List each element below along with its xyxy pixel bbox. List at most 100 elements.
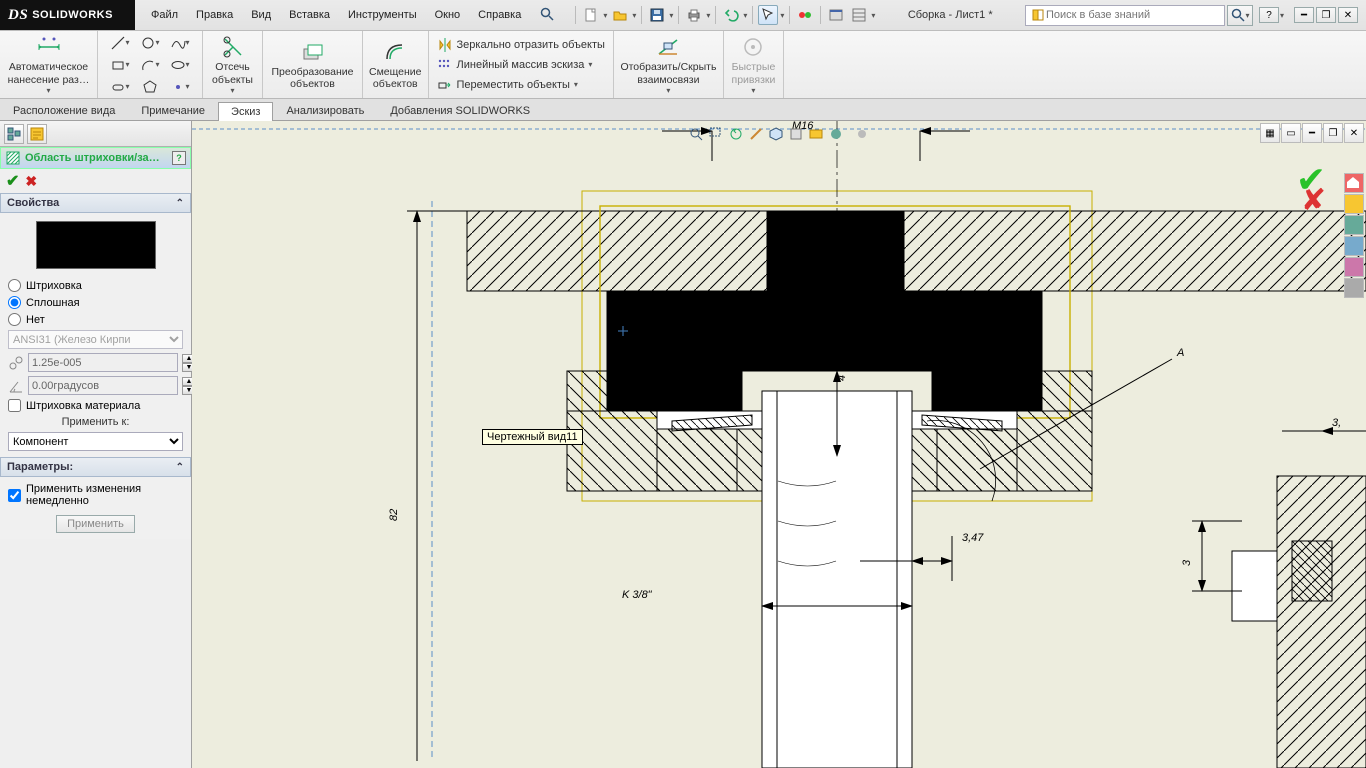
taskpane-view-palette-icon[interactable] (1344, 236, 1364, 256)
tab-view-layout[interactable]: Расположение вида (0, 101, 128, 120)
restore-button[interactable]: ❐ (1316, 7, 1336, 23)
menu-insert[interactable]: Вставка (281, 5, 338, 25)
viewport-max-icon[interactable]: ❐ (1323, 123, 1343, 143)
edit-sketch-icon[interactable] (852, 124, 872, 144)
tab-sketch[interactable]: Эскиз (218, 102, 273, 121)
ok-button[interactable]: ✔ (6, 171, 19, 191)
apply-button[interactable]: Применить (56, 515, 135, 533)
mirror-entities[interactable]: Зеркально отразить объекты (433, 35, 609, 55)
offset-entities-button[interactable]: Смещение объектов (363, 31, 429, 98)
hatch-angle-input[interactable] (28, 376, 178, 395)
pm-confirm-row: ✔ ✖ (0, 169, 191, 193)
confirm-corner-cancel[interactable]: ✘ (1301, 183, 1326, 218)
viewport-close-icon[interactable]: ✕ (1344, 123, 1364, 143)
display-style-icon[interactable] (786, 124, 806, 144)
radio-none[interactable]: Нет (8, 313, 183, 326)
convert-entities-button[interactable]: Преобразование объектов (263, 31, 363, 98)
dim-r3: 3 (1181, 559, 1193, 566)
prev-view-icon[interactable] (726, 124, 746, 144)
taskpane-appearances-icon[interactable] (1344, 257, 1364, 277)
taskpane-design-lib-icon[interactable] (1344, 194, 1364, 214)
minimize-button[interactable]: ━ (1294, 7, 1314, 23)
move-entities[interactable]: Переместить объекты▾ (433, 75, 582, 95)
quick-snaps-button[interactable]: Быстрые привязки ▾ (724, 31, 784, 98)
view-orientation-icon[interactable] (766, 124, 786, 144)
property-manager-panel: Область штриховки/за… ? ✔ ✖ Свойства⌃ Шт… (0, 121, 192, 768)
settings-icon[interactable] (849, 5, 869, 25)
smart-dimension-button[interactable]: Автоматическое нанесение раз… ▾ (0, 31, 98, 98)
drawing-area[interactable]: ▦ ▭ ━ ❐ ✕ ✔ ✘ Чертежный вид11 (192, 121, 1366, 768)
spline-tool[interactable]: ▾ (166, 33, 194, 53)
search-input[interactable] (1046, 9, 1220, 21)
app-name: SOLIDWORKS (32, 9, 113, 21)
menu-view[interactable]: Вид (243, 5, 279, 25)
help-button[interactable]: ? (1259, 7, 1279, 23)
app-logo: DS SOLIDWORKS (0, 0, 135, 30)
hatch-angle-row: ▲▼ (8, 376, 183, 395)
feature-tree-tab-icon[interactable] (4, 124, 24, 144)
circle-tool[interactable]: ▾ (136, 33, 164, 53)
color-icon[interactable] (826, 124, 846, 144)
scale-icon (8, 354, 24, 372)
section-view-icon[interactable] (746, 124, 766, 144)
open-icon[interactable] (610, 5, 630, 25)
polygon-tool[interactable] (136, 77, 164, 97)
menu-window[interactable]: Окно (427, 5, 469, 25)
tab-analyze[interactable]: Анализировать (273, 101, 377, 120)
material-hatch-check[interactable]: Штриховка материала (8, 399, 183, 412)
viewport-min-icon[interactable]: ━ (1302, 123, 1322, 143)
apply-to-label: Применить к: (8, 416, 183, 428)
properties-header[interactable]: Свойства⌃ (0, 193, 191, 213)
help-controls: ?▾ (1259, 7, 1284, 23)
save-icon[interactable] (647, 5, 667, 25)
pm-help-button[interactable]: ? (172, 151, 186, 165)
viewport-single-icon[interactable]: ▭ (1281, 123, 1301, 143)
radio-hatch[interactable]: Штриховка (8, 279, 183, 292)
select-icon[interactable] (758, 5, 778, 25)
apply-to-select[interactable]: Компонент (8, 432, 183, 451)
menu-help[interactable]: Справка (470, 5, 529, 25)
radio-solid[interactable]: Сплошная (8, 296, 183, 309)
hatch-pattern-select[interactable]: ANSI31 (Железо Кирпи (8, 330, 183, 349)
menu-bar: DS SOLIDWORKS Файл Правка Вид Вставка Ин… (0, 0, 1366, 31)
ellipse-tool[interactable]: ▾ (166, 55, 194, 75)
menu-tools[interactable]: Инструменты (340, 5, 425, 25)
rebuild-icon[interactable] (795, 5, 815, 25)
zoom-fit-icon[interactable] (686, 124, 706, 144)
trim-entities-button[interactable]: Отсечь объекты ▾ (203, 31, 263, 98)
arc-tool[interactable]: ▾ (136, 55, 164, 75)
hide-show-icon[interactable] (806, 124, 826, 144)
search-icon[interactable] (531, 2, 563, 29)
dim-thread: K 3/8" (622, 589, 653, 601)
show-hide-relations-button[interactable]: Отобразить/Скрыть взаимосвязи ▾ (614, 31, 724, 98)
tab-annotation[interactable]: Примечание (128, 101, 218, 120)
linear-pattern[interactable]: Линейный массив эскиза▾ (433, 55, 597, 75)
view-tooltip: Чертежный вид11 (482, 429, 583, 445)
hatch-scale-row: ▲▼ (8, 353, 183, 372)
viewport-tile-icon[interactable]: ▦ (1260, 123, 1280, 143)
new-icon[interactable] (581, 5, 601, 25)
close-button[interactable]: ✕ (1338, 7, 1358, 23)
zoom-area-icon[interactable] (706, 124, 726, 144)
line-tool[interactable]: ▾ (106, 33, 134, 53)
taskpane-home-icon[interactable] (1344, 173, 1364, 193)
rectangle-tool[interactable]: ▾ (106, 55, 134, 75)
apply-immediately-check[interactable]: Применить изменения немедленно (8, 483, 183, 507)
undo-icon[interactable] (721, 5, 741, 25)
dim-r2: 3, (1332, 417, 1341, 429)
print-icon[interactable] (684, 5, 704, 25)
slot-tool[interactable]: ▾ (106, 77, 134, 97)
menu-file[interactable]: Файл (143, 5, 186, 25)
point-tool[interactable]: ▾ (166, 77, 194, 97)
taskpane-custom-props-icon[interactable] (1344, 278, 1364, 298)
options-icon[interactable] (826, 5, 846, 25)
search-button[interactable]: ▾ (1227, 5, 1253, 26)
hatch-scale-input[interactable] (28, 353, 178, 372)
parameters-header[interactable]: Параметры:⌃ (0, 457, 191, 477)
property-manager-tab-icon[interactable] (27, 124, 47, 144)
tab-addins[interactable]: Добавления SOLIDWORKS (377, 101, 543, 120)
menu-edit[interactable]: Правка (188, 5, 241, 25)
cancel-button[interactable]: ✖ (25, 173, 37, 190)
taskpane-file-explorer-icon[interactable] (1344, 215, 1364, 235)
knowledge-search[interactable] (1025, 5, 1225, 26)
